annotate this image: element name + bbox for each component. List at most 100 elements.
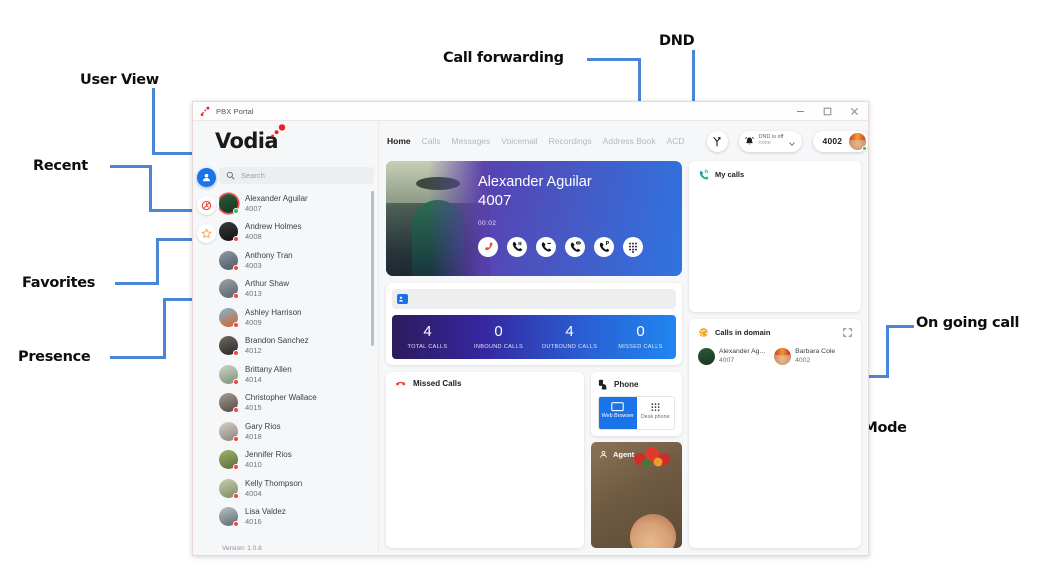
contact-list-item[interactable]: Christopher Wallace 4015 <box>219 389 369 418</box>
contact-extension: 4008 <box>245 232 262 242</box>
party-extension: 4007 <box>719 356 735 364</box>
stat-missed-calls: 0 MISSED CALLS <box>605 324 676 350</box>
contact-list-item[interactable]: Arthur Shaw 4013 <box>219 275 369 304</box>
contact-extension: 4010 <box>245 460 262 470</box>
globe-icon <box>699 328 708 337</box>
missed-calls-panel: Missed Calls <box>386 372 584 548</box>
avatar <box>219 450 239 471</box>
transfer-button[interactable] <box>536 236 556 257</box>
contact-extension: 4009 <box>245 317 262 327</box>
contact-extension: 4018 <box>245 431 262 441</box>
contact-list-item[interactable]: Alexander Aguilar 4007 <box>219 189 369 218</box>
avatar <box>698 348 715 366</box>
phone-mode-desk-phone[interactable]: Desk phone <box>637 397 675 429</box>
phone-mode-desk-label: Desk phone <box>640 414 670 420</box>
contact-list-item[interactable]: Brittany Allen 4014 <box>219 360 369 389</box>
contacts-panel: Search Alexander Aguilar 4007 Andrew Holme… <box>219 161 378 555</box>
contact-list-item[interactable]: Ashley Harrison 4009 <box>219 303 369 332</box>
stat-value: 0 <box>636 323 645 341</box>
presence-dot <box>233 293 239 300</box>
presence-dot <box>233 321 239 328</box>
tab-recordings[interactable]: Recordings <box>549 136 592 146</box>
my-extension-pill[interactable]: 4002 <box>812 130 868 152</box>
contact-list-item[interactable]: Jennifer Rios 4010 <box>219 446 369 475</box>
maximize-icon <box>823 107 832 115</box>
user-view-icon <box>202 173 210 182</box>
contact-extension: 4015 <box>245 403 262 413</box>
stats-card: 4 TOTAL CALLS 0 INBOUND CALLS 4 OUTBOUND CALL… <box>386 283 682 365</box>
app-window: PBX Portal Vodia Search Alexander Aguila… <box>192 101 869 556</box>
party-extension: 4002 <box>795 356 811 364</box>
window-titlebar: PBX Portal <box>193 102 868 121</box>
contact-name: Brittany Allen <box>245 364 292 374</box>
contact-list-item[interactable]: Gary Rios 4018 <box>219 417 369 446</box>
chevron-down-icon[interactable] <box>788 140 796 148</box>
tab-messages[interactable]: Messages <box>452 136 491 146</box>
park-button[interactable]: P <box>594 236 614 257</box>
dnd-control[interactable]: DND is off none <box>738 130 802 152</box>
contact-list-item[interactable]: Brandon Sanchez 4012 <box>219 332 369 361</box>
avatar <box>219 336 239 357</box>
calls-in-domain-header: Calls in domain <box>698 327 852 338</box>
rail-item-favorites[interactable] <box>196 224 216 243</box>
phone-calls-icon <box>699 169 709 180</box>
minimize-button[interactable] <box>787 102 814 120</box>
person-icon <box>600 450 607 458</box>
contacts-scrollbar[interactable] <box>371 191 374 540</box>
presence-dot <box>233 207 239 214</box>
hangup-button[interactable] <box>478 236 498 257</box>
tab-voicemail[interactable]: Voicemail <box>501 136 537 146</box>
avatar <box>219 307 239 328</box>
phone-mode-panel: Phone Web Browser Desk phone <box>591 372 682 436</box>
contact-name: Gary Rios <box>245 421 281 431</box>
rail-item-recent[interactable] <box>196 196 216 215</box>
contact-name: Christopher Wallace <box>245 393 317 403</box>
maximize-button[interactable] <box>814 102 841 120</box>
presence-dot <box>233 521 239 528</box>
keypad-button[interactable] <box>623 236 643 257</box>
avatar <box>219 478 239 499</box>
stat-value: 0 <box>494 323 503 341</box>
presence-dot <box>233 378 239 385</box>
minimize-icon <box>797 110 804 112</box>
keypad-icon <box>629 242 637 253</box>
contact-extension: 4014 <box>245 374 262 384</box>
tab-home[interactable]: Home <box>387 136 411 146</box>
call-forwarding-button[interactable] <box>706 130 728 152</box>
photo-figure <box>412 200 464 276</box>
search-icon <box>226 171 235 180</box>
call-forwarding-icon <box>713 136 721 147</box>
contacts-list[interactable]: Alexander Aguilar 4007 Andrew Holmes 4008 An… <box>219 189 374 542</box>
contact-list-item[interactable]: Andrew Holmes 4008 <box>219 218 369 247</box>
svg-text:P: P <box>605 241 609 247</box>
agent-card[interactable]: Agent <box>591 442 682 548</box>
conference-button[interactable] <box>565 236 585 257</box>
close-button[interactable] <box>841 102 868 120</box>
annotation-favorites: Favorites <box>22 275 96 291</box>
stat-label: TOTAL CALLS <box>407 343 448 350</box>
window-controls <box>787 102 868 120</box>
domain-call-party[interactable]: Alexander Ag... 4007 <box>698 348 765 366</box>
tab-calls[interactable]: Calls <box>422 136 441 146</box>
domain-call-party[interactable]: Barbara Cole 4002 <box>774 348 835 366</box>
contact-list-item[interactable]: Lisa Valdez 4016 <box>219 503 369 532</box>
hold-button[interactable] <box>507 236 527 257</box>
call-actions: P <box>478 236 672 257</box>
contact-strip[interactable] <box>392 289 676 309</box>
contact-list-item[interactable]: Anthony Tran 4003 <box>219 246 369 275</box>
expand-icon[interactable] <box>843 328 852 337</box>
phone-mode-web-browser[interactable]: Web Browser <box>599 397 637 429</box>
contact-list-item[interactable]: Kelly Thompson 4004 <box>219 474 369 503</box>
annotation-user-view: User View <box>80 72 159 88</box>
call-caller-extension: 4007 <box>478 192 512 210</box>
avatar[interactable] <box>849 132 868 151</box>
my-calls-title: My calls <box>715 170 745 179</box>
avatar <box>219 507 239 528</box>
tab-acd[interactable]: ACD <box>667 136 685 146</box>
avatar <box>219 393 239 414</box>
rail-item-user-view[interactable] <box>196 168 216 187</box>
contacts-scrollbar-thumb[interactable] <box>371 191 374 346</box>
search-input[interactable]: Search <box>219 167 374 184</box>
contact-name: Brandon Sanchez <box>245 336 309 346</box>
tab-address-book[interactable]: Address Book <box>603 136 656 146</box>
